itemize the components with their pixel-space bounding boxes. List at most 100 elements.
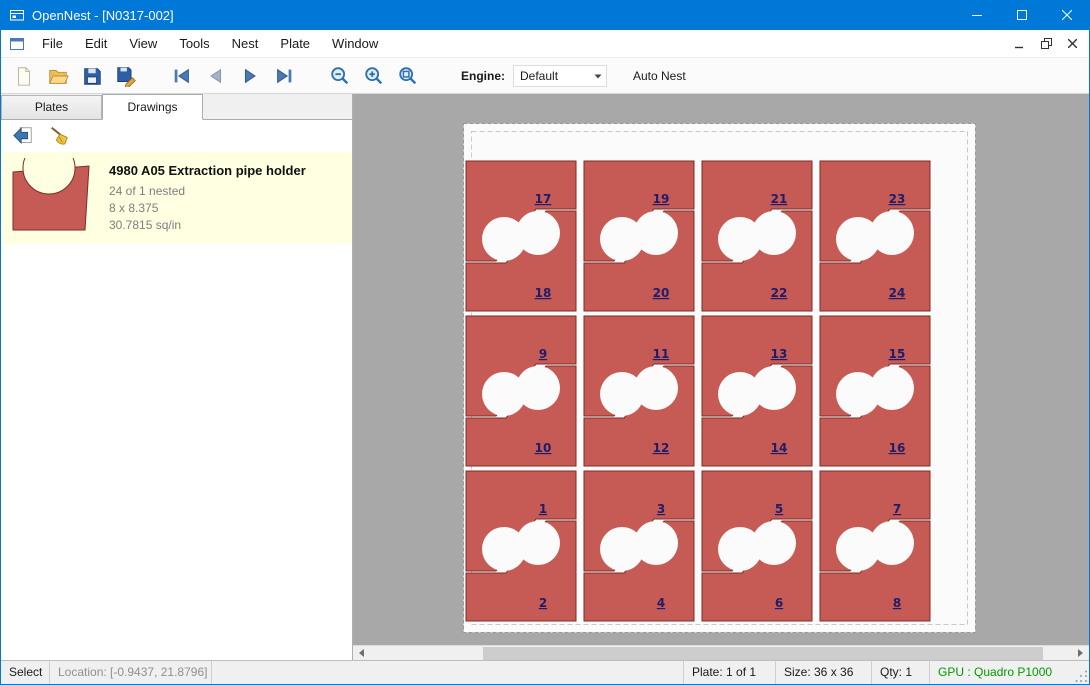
part-cutout — [752, 366, 796, 410]
part-cutout — [752, 521, 796, 565]
part-number[interactable]: 9 — [539, 347, 547, 361]
drawing-title: 4980 A05 Extraction pipe holder — [109, 163, 306, 178]
left-panel: Plates Drawings — [1, 94, 353, 660]
zoom-out-button[interactable] — [325, 61, 355, 91]
part-number[interactable]: 3 — [657, 502, 665, 516]
status-location: Location: [-0.9437, 21.8796] — [49, 661, 211, 684]
part-number[interactable]: 2 — [539, 596, 547, 610]
engine-value: Default — [520, 69, 590, 83]
save-button[interactable] — [77, 61, 107, 91]
zoom-fit-button[interactable] — [393, 61, 423, 91]
load-drawing-button[interactable] — [9, 123, 37, 149]
zoom-out-icon — [329, 65, 351, 87]
nest-tile: 34 — [584, 471, 694, 621]
part-cutout — [634, 366, 678, 410]
part-cutout — [752, 211, 796, 255]
zoom-fit-icon — [397, 65, 419, 87]
arrow-left-icon — [12, 125, 34, 147]
mdi-restore-button[interactable] — [1033, 33, 1059, 55]
part-number[interactable]: 17 — [535, 192, 552, 206]
part-number[interactable]: 13 — [771, 347, 788, 361]
new-button[interactable] — [9, 61, 39, 91]
previous-plate-button[interactable] — [201, 61, 231, 91]
part-number[interactable]: 1 — [539, 502, 547, 516]
minimize-button[interactable] — [954, 0, 999, 30]
status-size: Size: 36 x 36 — [775, 661, 871, 684]
part-cutout — [634, 211, 678, 255]
menu-edit[interactable]: Edit — [74, 30, 118, 57]
zoom-in-button[interactable] — [359, 61, 389, 91]
minimize-icon — [972, 10, 982, 20]
part-number[interactable]: 4 — [657, 596, 665, 610]
part-number[interactable]: 8 — [893, 596, 901, 610]
menu-tools[interactable]: Tools — [168, 30, 220, 57]
engine-label: Engine: — [461, 69, 505, 83]
mdi-restore-icon — [1041, 38, 1052, 49]
resize-grip[interactable] — [1071, 661, 1089, 684]
part-number[interactable]: 21 — [771, 192, 788, 206]
scroll-right-button[interactable] — [1072, 646, 1089, 660]
nest-tile: 1718 — [466, 161, 576, 311]
part-number[interactable]: 22 — [771, 286, 788, 300]
part-number[interactable]: 24 — [889, 286, 906, 300]
menu-window[interactable]: Window — [321, 30, 389, 57]
scroll-left-button[interactable] — [353, 646, 370, 660]
tab-plates[interactable]: Plates — [1, 95, 102, 119]
tab-drawings[interactable]: Drawings — [102, 94, 203, 120]
menu-plate[interactable]: Plate — [269, 30, 321, 57]
menu-bar: File Edit View Tools Nest Plate Window — [1, 30, 1089, 58]
part-number[interactable]: 15 — [889, 347, 906, 361]
scrollbar-thumb[interactable] — [483, 647, 1043, 660]
status-qty: Qty: 1 — [871, 661, 929, 684]
title-bar: OpenNest - [N0317-002] — [1, 0, 1089, 30]
part-number[interactable]: 20 — [653, 286, 670, 300]
scroll-left-icon — [359, 649, 364, 657]
chevron-down-icon — [590, 68, 606, 84]
mdi-close-button[interactable] — [1059, 33, 1085, 55]
main-toolbar: Engine: Default Auto Nest — [1, 58, 1089, 94]
first-plate-button[interactable] — [167, 61, 197, 91]
save-as-button[interactable] — [111, 61, 141, 91]
nest-tile: 78 — [820, 471, 930, 621]
part-number[interactable]: 16 — [889, 441, 906, 455]
part-number[interactable]: 19 — [653, 192, 670, 206]
part-number[interactable]: 6 — [775, 596, 783, 610]
auto-nest-button[interactable]: Auto Nest — [627, 66, 692, 86]
drawing-list: 4980 A05 Extraction pipe holder 24 of 1 … — [1, 152, 352, 660]
part-number[interactable]: 7 — [893, 502, 901, 516]
nest-tile: 21 22 — [702, 161, 812, 311]
clear-nest-button[interactable] — [45, 123, 73, 149]
nest-tile: 9 10 — [466, 316, 576, 466]
drawing-nested-count: 24 of 1 nested — [109, 183, 306, 200]
close-icon — [1062, 10, 1072, 20]
open-button[interactable] — [43, 61, 73, 91]
close-button[interactable] — [1044, 0, 1089, 30]
part-number[interactable]: 11 — [653, 347, 670, 361]
menu-nest[interactable]: Nest — [221, 30, 270, 57]
part-cutout — [516, 366, 560, 410]
menu-file[interactable]: File — [31, 30, 74, 57]
next-plate-button[interactable] — [235, 61, 265, 91]
opennest-window: OpenNest - [N0317-002] File Edit View To… — [0, 0, 1090, 685]
document-window-icon — [9, 36, 25, 52]
nest-canvas[interactable]: 171819202122232491011121314151612345678 — [353, 94, 1089, 660]
new-file-icon — [13, 65, 35, 87]
drawing-list-item[interactable]: 4980 A05 Extraction pipe holder 24 of 1 … — [1, 152, 352, 244]
menu-view[interactable]: View — [118, 30, 168, 57]
part-number[interactable]: 23 — [889, 192, 906, 206]
status-plate: Plate: 1 of 1 — [683, 661, 775, 684]
part-number[interactable]: 10 — [535, 441, 552, 455]
part-number[interactable]: 12 — [653, 441, 670, 455]
mdi-minimize-button[interactable] — [1007, 33, 1033, 55]
part-number[interactable]: 5 — [775, 502, 783, 516]
part-number[interactable]: 14 — [771, 441, 788, 455]
part-number[interactable]: 18 — [535, 286, 552, 300]
horizontal-scrollbar — [353, 645, 1089, 660]
engine-select[interactable]: Default — [513, 65, 607, 87]
part-cutout — [516, 521, 560, 565]
next-arrow-icon — [239, 65, 261, 87]
last-plate-button[interactable] — [269, 61, 299, 91]
scroll-right-icon — [1078, 649, 1083, 657]
broom-icon — [48, 125, 70, 147]
maximize-button[interactable] — [999, 0, 1044, 30]
